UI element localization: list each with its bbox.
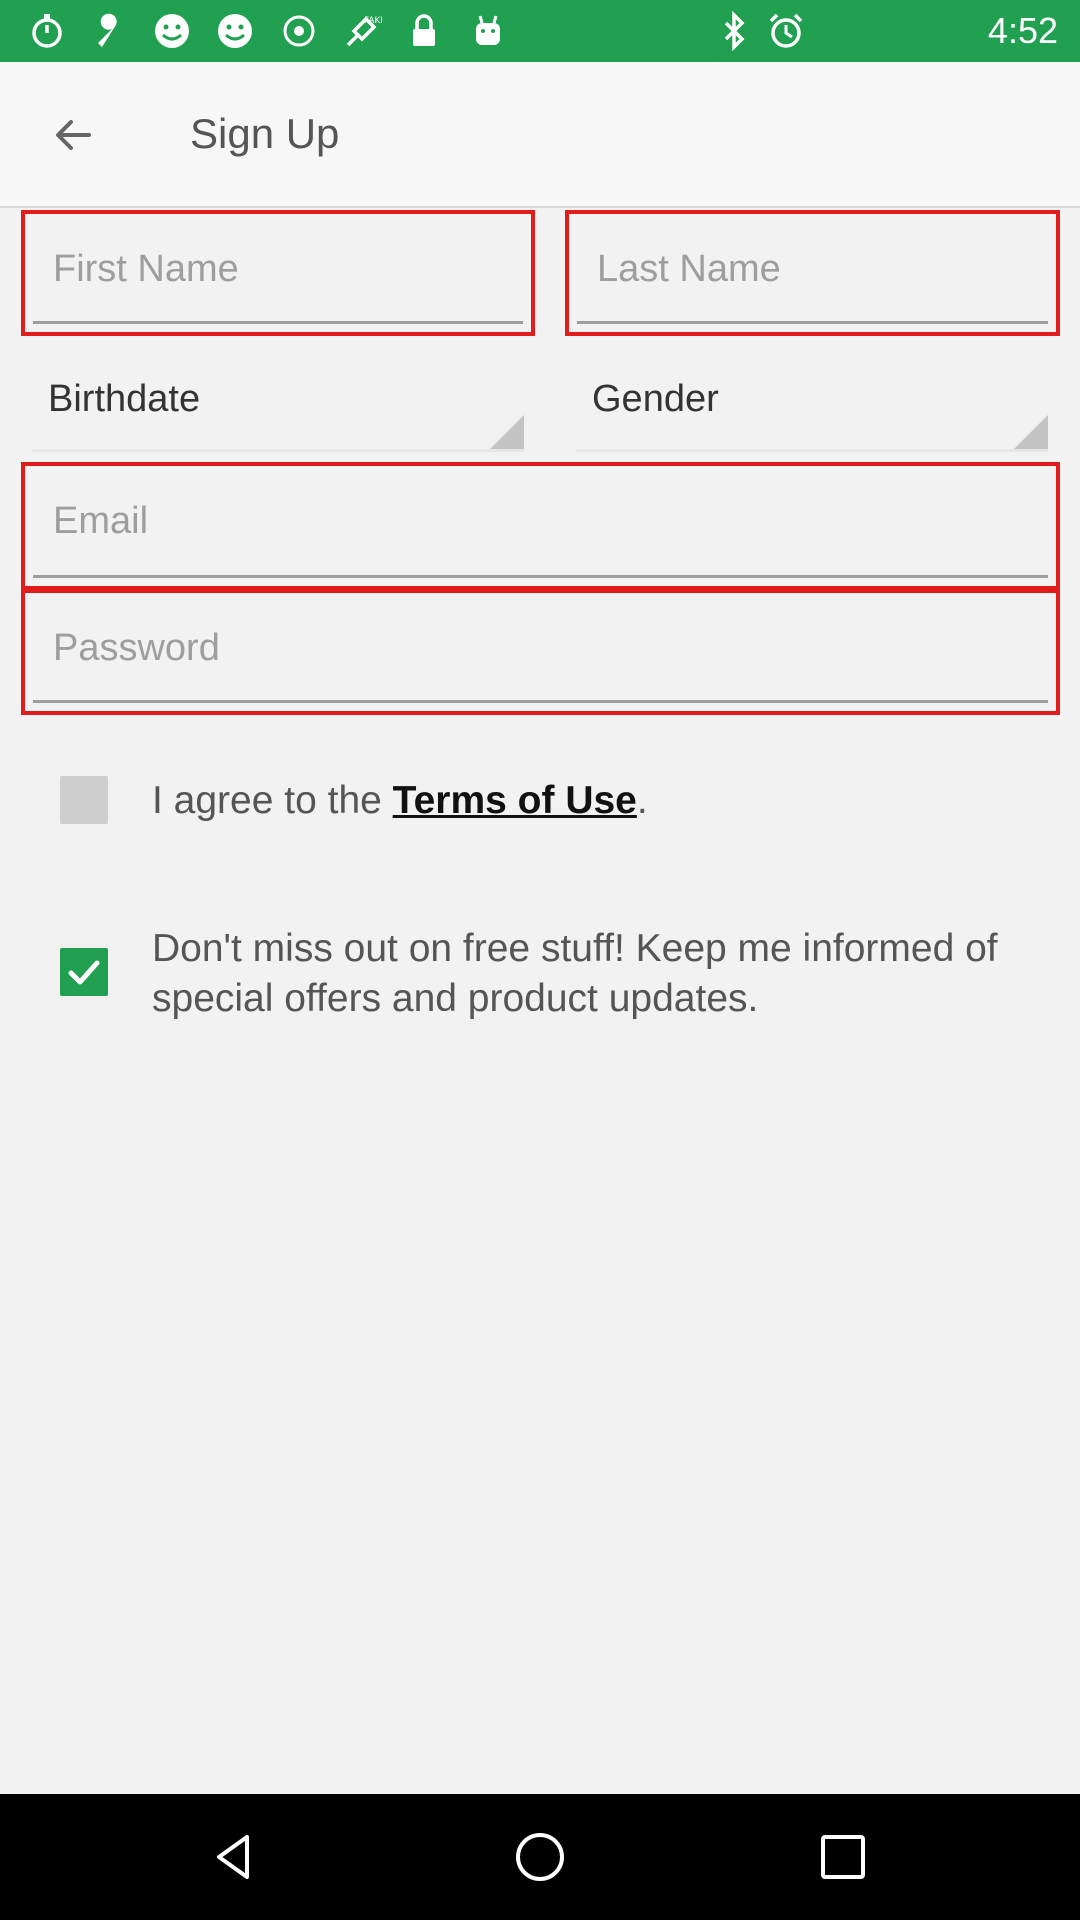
gender-dropdown[interactable]: Gender [576,360,1048,452]
recents-square-icon [821,1835,865,1879]
signal-icon [277,9,321,53]
terms-prefix: I agree to the [152,779,393,822]
lock-icon [402,9,446,53]
svg-text:FAKE: FAKE [364,16,382,26]
input-underline [577,321,1048,324]
nav-recents-button[interactable] [808,1822,878,1892]
offers-label: Don't miss out on free stuff! Keep me in… [152,927,998,1020]
stopwatch-icon [25,9,69,53]
email-placeholder: Email [53,500,149,542]
input-underline [33,321,523,324]
bluetooth-icon [712,9,756,53]
password-field[interactable]: Password [21,589,1060,715]
wrench-icon [88,9,132,53]
first-name-field[interactable]: First Name [21,210,535,336]
birthdate-dropdown[interactable]: Birthdate [32,360,524,452]
arrow-left-icon [56,120,91,150]
birthdate-label: Birthdate [48,378,201,420]
status-bar: FAKE 4:52 [0,0,1080,62]
first-name-placeholder: First Name [53,248,239,290]
smiley-icon [213,9,257,53]
checkmark-icon [68,960,100,985]
email-field[interactable]: Email [21,462,1060,590]
last-name-field[interactable]: Last Name [565,210,1060,336]
app-bar: Sign Up [0,62,1080,208]
terms-label: I agree to the Terms of Use. [152,776,1032,826]
dropdown-underline [32,449,524,452]
clock-time: 4:52 [987,10,1058,51]
terms-checkbox[interactable] [60,776,108,824]
password-placeholder: Password [53,627,220,669]
android-icon [466,9,510,53]
input-underline [33,700,1048,703]
offers-checkbox[interactable] [60,948,108,996]
dropdown-underline [576,449,1048,452]
last-name-placeholder: Last Name [597,248,781,290]
nav-home-button[interactable] [505,1822,575,1892]
terms-suffix: . [636,779,648,822]
back-button[interactable] [38,107,108,163]
page-title: Sign Up [190,110,340,157]
back-triangle-icon [217,1835,249,1879]
alarm-icon [764,9,808,53]
smiley-icon [150,9,194,53]
home-circle-icon [516,1833,564,1881]
system-nav-bar [0,1794,1080,1920]
dropdown-corner-icon [1014,415,1048,449]
nav-back-button[interactable] [200,1822,270,1892]
gender-label: Gender [592,378,719,420]
fake-gps-icon: FAKE [340,9,384,53]
terms-of-use-link[interactable]: Terms of Use [393,779,637,822]
dropdown-corner-icon [490,415,524,449]
input-underline [33,575,1048,578]
